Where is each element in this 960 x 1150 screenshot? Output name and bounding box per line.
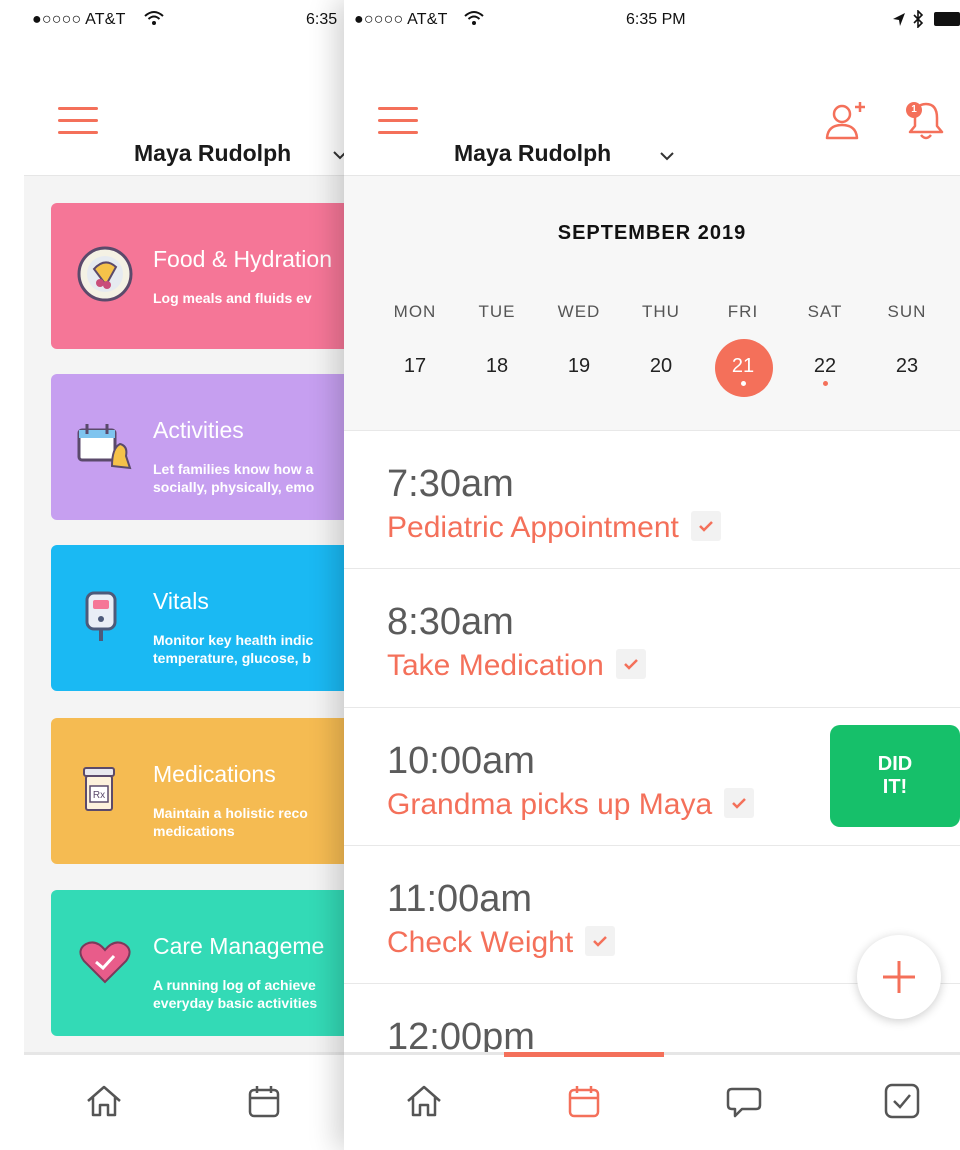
check-icon[interactable] [690,511,721,542]
pill-bottle-icon: Rx [83,767,115,811]
calendar-day[interactable]: 17 [375,355,455,378]
calendar-day[interactable]: 18 [457,355,537,378]
plus-icon [883,961,915,993]
calendar-day[interactable]: 23 [867,355,947,378]
weekday-label: SUN [887,302,927,321]
event-title: Pediatric Appointment [387,511,721,545]
did-it-label: DID [877,753,913,775]
event-time: 7:30am [387,463,514,505]
carrier-label: ●○○○○ AT&T [354,11,448,28]
did-it-label: IT! [882,776,908,798]
user-name[interactable]: Maya Rudolph [134,140,291,167]
event-title: Take Medication [387,649,646,683]
card-title: Activities [153,417,244,443]
calendar-icon[interactable] [244,1081,284,1121]
card-description: Maintain a holistic reco medications [153,805,308,839]
card-title: Medications [153,761,276,787]
card-description: Let families know how a socially, physic… [153,461,315,495]
weekday-label: WED [557,302,601,321]
food-plate-icon [77,246,133,302]
home-icon[interactable] [404,1081,444,1121]
event-title: Grandma picks up Maya [387,788,755,822]
add-person-icon[interactable] [824,98,868,142]
active-tab-indicator [504,1052,664,1057]
status-time: 6:35 PM [626,11,686,28]
event-time: 11:00am [387,878,533,920]
check-icon[interactable] [724,788,755,819]
user-name[interactable]: Maya Rudolph [454,140,611,167]
weekday-label: FRI [727,302,759,321]
card-description: Monitor key health indic temperature, gl… [153,632,314,666]
menu-icon[interactable] [378,107,418,135]
bottom-tab-bar [344,1052,960,1150]
carrier-label: ●○○○○ AT&T [32,11,126,28]
chat-icon[interactable] [724,1081,764,1121]
card-title: Food & Hydration [153,246,332,272]
top-nav: Maya Rudolph 1 [344,40,960,176]
event-time: 10:00am [387,740,535,782]
notifications-button[interactable]: 1 [904,98,948,142]
location-arrow-icon [893,13,905,26]
event-row[interactable]: 8:30am Take Medication [344,568,960,707]
calendar-day[interactable]: 20 [621,355,701,378]
status-time: 6:35 [306,11,338,28]
heart-icon [79,941,131,984]
notification-badge: 1 [906,102,922,118]
wifi-icon [144,11,164,25]
calendar-day[interactable]: 19 [539,355,619,378]
svg-text:Rx: Rx [93,790,105,801]
battery-icon [934,12,960,26]
event-row[interactable]: 7:30am Pediatric Appointment [344,430,960,569]
event-time: 8:30am [387,601,514,643]
home-icon[interactable] [84,1081,124,1121]
glucose-meter-icon [85,591,117,641]
status-bar: ●○○○○ AT&T 6:35 PM [344,0,960,40]
menu-icon[interactable] [58,107,98,135]
card-description: Log meals and fluids ev [153,290,312,306]
event-title: Check Weight [387,926,616,960]
event-dot [823,381,828,386]
bluetooth-icon [913,10,924,28]
calendar-day-selected[interactable]: 21 [703,355,783,378]
checklist-icon[interactable] [882,1081,922,1121]
wifi-icon [464,11,484,25]
calendar-chess-icon [77,424,132,470]
month-label: SEPTEMBER 2019 [557,222,747,244]
chevron-down-icon[interactable] [660,152,674,161]
calendar-icon[interactable] [564,1081,604,1121]
front-screen: ●○○○○ AT&T 6:35 PM Maya Rudolph 1 SEPTEM… [344,0,960,1150]
weekday-label: THU [642,302,680,321]
card-title: Vitals [153,588,209,614]
add-event-button[interactable] [857,935,941,1019]
event-dot [741,381,746,386]
weekday-label: MON [393,302,437,321]
card-title: Care Manageme [153,933,325,959]
weekday-label: TUE [478,302,516,321]
weekday-label: SAT [807,302,843,321]
calendar-day[interactable]: 22 [785,355,865,378]
card-description: A running log of achieve everyday basic … [153,977,318,1011]
did-it-button[interactable]: DID IT! [830,725,960,827]
check-icon[interactable] [615,649,646,680]
check-icon[interactable] [585,926,616,957]
